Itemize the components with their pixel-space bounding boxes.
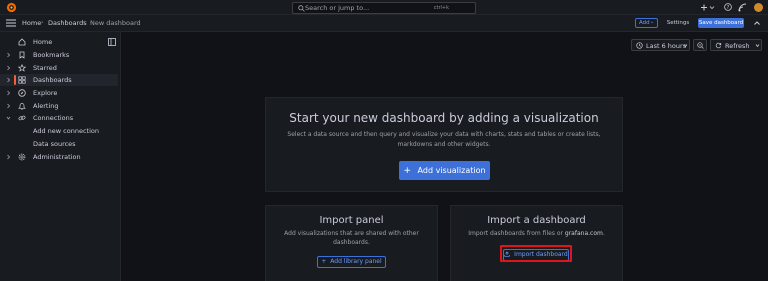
- sidebar-item-alerting[interactable]: Alerting: [0, 100, 118, 112]
- sidebar-item-home[interactable]: Home: [0, 36, 118, 48]
- chevron-right-icon[interactable]: [6, 103, 11, 109]
- top-bar: Search or jump to... ctrl+k ?: [0, 0, 768, 15]
- search-icon: [298, 5, 305, 12]
- sidebar-item-connections[interactable]: Connections: [0, 112, 118, 124]
- add-visualization-card: Start your new dashboard by adding a vis…: [265, 97, 623, 192]
- sidebar-item-administration[interactable]: Administration: [0, 151, 118, 163]
- breadcrumb-chevron-icon: ›: [41, 19, 44, 26]
- chevron-right-icon[interactable]: [6, 154, 11, 160]
- svg-text:?: ?: [727, 5, 730, 11]
- sidebar-item-explore[interactable]: Explore: [0, 87, 118, 99]
- search-placeholder: Search or jump to...: [305, 4, 370, 12]
- chevron-right-icon[interactable]: [6, 90, 11, 96]
- apps-icon: [18, 76, 26, 84]
- import-panel-title: Import panel: [319, 215, 384, 226]
- import-panel-card: Import panel Add visualizations that are…: [265, 205, 438, 281]
- sidebar-item-label: Connections: [33, 114, 74, 122]
- time-range-label: Last 6 hours: [646, 42, 687, 50]
- import-dashboard-highlight: [500, 245, 572, 262]
- add-visualization-desc-line1: Select a data source and then query and …: [287, 131, 601, 138]
- add-visualization-desc-line2: markdowns and other widgets.: [397, 141, 491, 148]
- refresh-icon: [715, 42, 722, 49]
- chevron-right-icon[interactable]: [6, 65, 11, 71]
- help-icon[interactable]: ?: [724, 3, 732, 11]
- search-input[interactable]: Search or jump to... ctrl+k: [292, 2, 476, 14]
- sidebar: Home Bookmarks Starred Dashboards Explor…: [0, 32, 121, 281]
- chevron-down-icon[interactable]: [755, 43, 760, 48]
- user-avatar[interactable]: [754, 3, 763, 12]
- plus-icon: +: [321, 258, 327, 265]
- cog-icon: [18, 153, 26, 161]
- chevron-down-icon: [683, 44, 688, 48]
- chevron-down-icon[interactable]: [6, 115, 11, 121]
- settings-button[interactable]: Settings: [664, 18, 692, 28]
- add-visualization-title: Start your new dashboard by adding a vis…: [289, 111, 599, 125]
- breadcrumb-current: New dashboard: [90, 19, 141, 27]
- sidebar-item-starred[interactable]: Starred: [0, 62, 118, 74]
- chevron-up-icon[interactable]: [753, 19, 761, 27]
- link-icon: [18, 115, 26, 121]
- add-library-panel-label: Add library panel: [330, 258, 382, 265]
- search-shortcut: ctrl+k: [433, 5, 449, 11]
- add-visualization-label: Add visualization: [417, 166, 486, 175]
- import-panel-desc-line2: dashboards.: [333, 239, 370, 246]
- import-dashboard-desc-text: Import dashboards from files or: [468, 230, 565, 237]
- sidebar-item-label: Home: [33, 38, 53, 46]
- home-icon: [18, 38, 26, 46]
- active-indicator: [14, 75, 16, 85]
- import-dashboard-title: Import a dashboard: [487, 215, 586, 226]
- chevron-right-icon[interactable]: [6, 77, 11, 83]
- breadcrumb-chevron-icon: ›: [83, 19, 86, 26]
- breadcrumb-home[interactable]: Home: [22, 19, 41, 27]
- sidebar-item-label: Administration: [33, 153, 81, 161]
- zoom-out-button[interactable]: [693, 39, 707, 51]
- import-dashboard-desc-suffix: .: [602, 230, 605, 237]
- add-library-panel-button[interactable]: + Add library panel: [317, 256, 386, 268]
- clock-icon: [636, 42, 643, 49]
- plus-icon: +: [403, 166, 411, 176]
- sidebar-item-dashboards[interactable]: Dashboards: [0, 74, 118, 86]
- time-range-picker[interactable]: Last 6 hours: [631, 39, 690, 51]
- add-button-label: Add: [639, 20, 650, 26]
- sidebar-subitem-add-new-connection[interactable]: Add new connection: [33, 127, 99, 135]
- save-dashboard-button[interactable]: Save dashboard: [698, 18, 744, 28]
- sidebar-item-label: Alerting: [33, 102, 59, 110]
- grafana-com-link[interactable]: grafana.com: [565, 230, 603, 237]
- sidebar-item-bookmarks[interactable]: Bookmarks: [0, 49, 118, 61]
- chevron-down-icon: ⌄: [650, 19, 655, 25]
- add-button[interactable]: Add ⌄: [635, 18, 658, 28]
- grafana-logo-icon[interactable]: [6, 2, 17, 13]
- bookmark-icon: [19, 51, 25, 59]
- refresh-button[interactable]: Refresh: [710, 39, 762, 51]
- menu-icon[interactable]: [6, 19, 16, 27]
- sidebar-subitem-data-sources[interactable]: Data sources: [33, 140, 76, 148]
- add-visualization-button[interactable]: + Add visualization: [399, 161, 490, 180]
- import-dashboard-card: Import a dashboard Import dashboards fro…: [450, 205, 623, 281]
- zoom-out-icon: [697, 42, 704, 49]
- compass-icon: [18, 89, 26, 97]
- chevron-right-icon[interactable]: [6, 52, 11, 58]
- breadcrumb-bar: Home › Dashboards › New dashboard Add ⌄ …: [0, 15, 768, 32]
- import-dashboard-desc: Import dashboards from files or grafana.…: [451, 229, 622, 239]
- bell-icon: [18, 103, 26, 110]
- sidebar-item-label: Explore: [33, 89, 58, 97]
- star-icon: [18, 64, 26, 72]
- news-icon[interactable]: [738, 3, 747, 12]
- sidebar-item-label: Dashboards: [33, 76, 72, 84]
- sidebar-item-label: Starred: [33, 64, 57, 72]
- breadcrumb-dashboards[interactable]: Dashboards: [48, 19, 87, 27]
- refresh-label: Refresh: [725, 42, 750, 50]
- new-plus-icon[interactable]: [700, 3, 716, 12]
- sidebar-item-label: Bookmarks: [33, 51, 70, 59]
